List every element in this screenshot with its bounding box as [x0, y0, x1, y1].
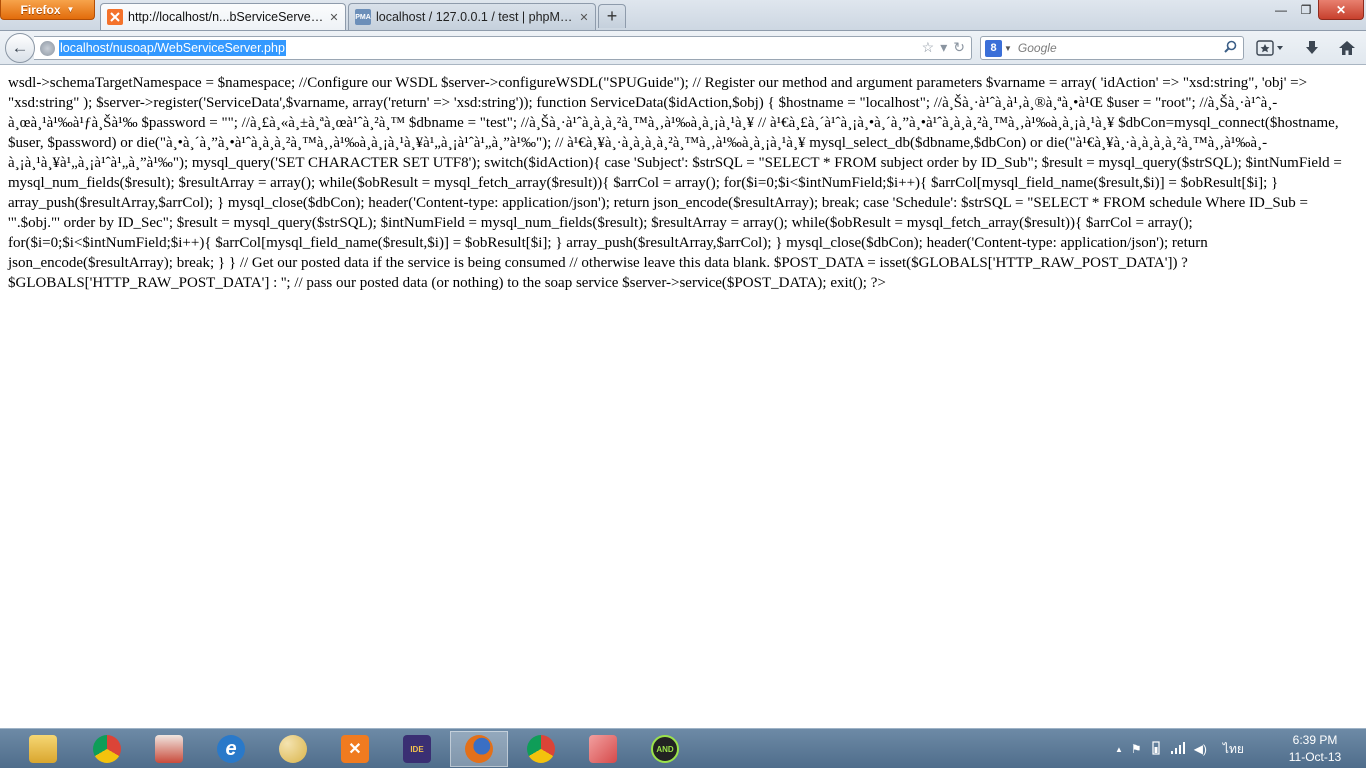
google-engine-icon[interactable]: 8 — [985, 39, 1002, 57]
network-signal-icon[interactable] — [1170, 741, 1186, 758]
maximize-button[interactable]: ❐ — [1294, 0, 1318, 20]
downloads-button[interactable] — [1302, 38, 1322, 58]
php-source-text: wsdl->schemaTargetNamespace = $namespace… — [8, 75, 1342, 291]
firefox-menu-button[interactable]: Firefox ▼ — [0, 0, 95, 20]
action-center-flag-icon[interactable]: ⚑ — [1131, 742, 1142, 756]
power-icon[interactable] — [1150, 740, 1162, 758]
page-content: wsdl->schemaTargetNamespace = $namespace… — [0, 66, 1366, 728]
chrome-icon — [527, 735, 555, 763]
taskbar-editor[interactable] — [140, 731, 198, 767]
tab-close-icon[interactable]: ✕ — [579, 11, 589, 24]
input-language-indicator[interactable]: ไทย — [1223, 740, 1244, 759]
taskbar-android-emulator[interactable]: AND — [636, 731, 694, 767]
taskbar-notes[interactable] — [574, 731, 632, 767]
taskbar-java-ee-ide[interactable]: IDE — [388, 731, 446, 767]
search-box[interactable]: 8 ▼ — [980, 36, 1244, 60]
clock-date: 11-Oct-13 — [1288, 750, 1342, 764]
editor-icon — [155, 735, 183, 763]
internet-explorer-icon: e — [217, 735, 245, 763]
taskbar-internet-explorer[interactable]: e — [202, 731, 260, 767]
tab-webserviceserver[interactable]: http://localhost/n...bServiceServer.php … — [100, 3, 346, 30]
back-button[interactable]: ← — [5, 33, 35, 63]
chrome-icon — [93, 735, 121, 763]
taskbar-clock[interactable]: 6:39 PM 11-Oct-13 — [1280, 732, 1350, 766]
android-emulator-icon: AND — [651, 735, 679, 763]
tab-close-icon[interactable]: ✕ — [329, 11, 339, 24]
volume-icon[interactable]: ◀) — [1194, 742, 1207, 756]
show-hidden-icons-icon[interactable]: ▲ — [1115, 745, 1123, 754]
clock-time: 6:39 PM — [1292, 733, 1338, 747]
address-bar[interactable]: localhost/nusoap/WebServiceServer.php ☆ … — [34, 36, 972, 60]
bookmarks-icon — [1256, 40, 1283, 56]
xampp-favicon-icon — [107, 9, 123, 25]
home-icon — [1339, 41, 1355, 55]
download-arrow-icon — [1306, 41, 1318, 54]
search-input[interactable] — [1017, 38, 1218, 58]
xampp-icon: ✕ — [341, 735, 369, 763]
java-ee-ide-icon: IDE — [403, 735, 431, 763]
tab-phpmyadmin[interactable]: PMA localhost / 127.0.0.1 / test | phpMy… — [348, 3, 596, 30]
taskbar-chrome-2[interactable] — [512, 731, 570, 767]
taskbar-paint[interactable] — [264, 731, 322, 767]
system-tray: ▲ ⚑ ◀) ไทย — [1115, 729, 1244, 768]
phpmyadmin-favicon-icon: PMA — [355, 9, 371, 25]
bookmarks-menu-button[interactable] — [1254, 38, 1288, 58]
taskbar-xampp[interactable]: ✕ — [326, 731, 384, 767]
tab-label: http://localhost/n...bServiceServer.php — [128, 10, 324, 24]
site-identity-icon[interactable] — [40, 40, 55, 56]
chevron-down-icon[interactable]: ▼ — [1004, 44, 1012, 53]
taskbar-file-explorer[interactable] — [14, 731, 72, 767]
back-arrow-icon: ← — [11, 38, 29, 57]
tab-label: localhost / 127.0.0.1 / test | phpMyAd..… — [376, 10, 574, 24]
firefox-icon — [465, 735, 493, 763]
navigation-toolbar: localhost/nusoap/WebServiceServer.php ☆ … — [0, 30, 1366, 65]
history-dropdown-icon[interactable]: ▾ — [940, 39, 947, 56]
search-icon[interactable] — [1224, 40, 1237, 56]
paint-palette-icon — [279, 735, 307, 763]
minimize-button[interactable]: — — [1268, 0, 1294, 20]
url-text[interactable]: localhost/nusoap/WebServiceServer.php — [59, 40, 286, 56]
taskbar-chrome[interactable] — [78, 731, 136, 767]
notes-icon — [589, 735, 617, 763]
bookmark-star-icon[interactable]: ☆ — [922, 39, 935, 56]
firefox-menu-label: Firefox — [20, 2, 61, 17]
folder-icon — [29, 735, 57, 763]
chevron-down-icon: ▼ — [66, 5, 75, 14]
windows-taskbar: e ✕ IDE AND ▲ ⚑ ◀) ไทย 6:39 PM 11-Oct-13 — [0, 728, 1366, 768]
close-window-button[interactable]: ✕ — [1318, 0, 1364, 20]
home-button[interactable] — [1336, 38, 1358, 58]
new-tab-button[interactable]: + — [598, 4, 626, 28]
reload-icon[interactable]: ↻ — [953, 39, 965, 56]
taskbar-firefox[interactable] — [450, 731, 508, 767]
title-bar: Firefox ▼ http://localhost/n...bServiceS… — [0, 0, 1366, 30]
